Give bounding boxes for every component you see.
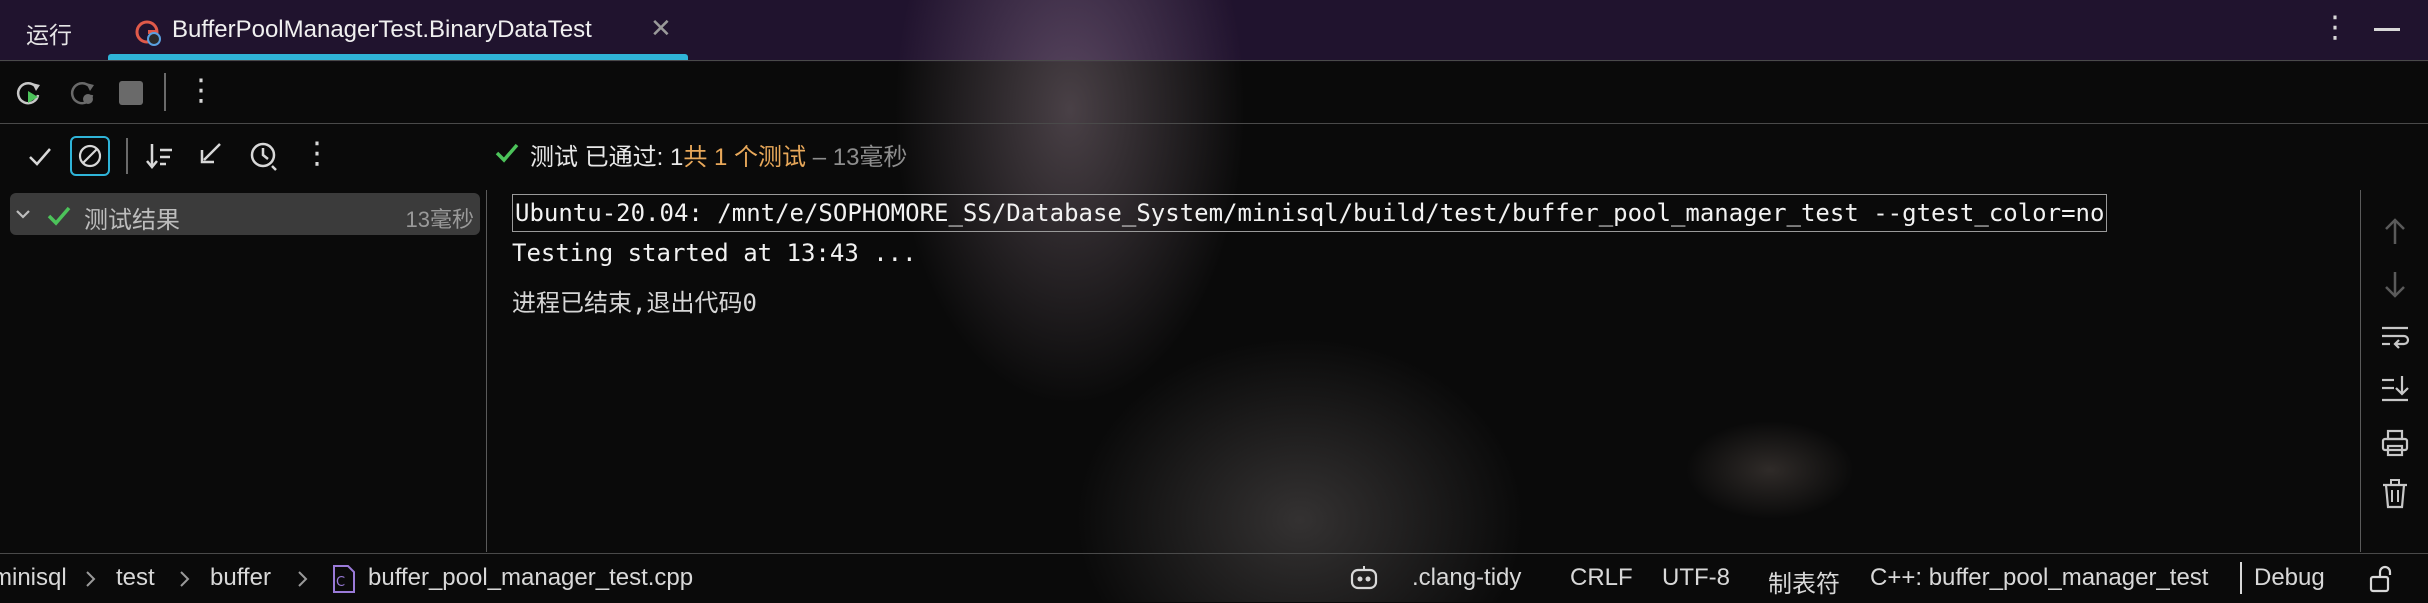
arrow-up-icon[interactable] [2382,216,2408,246]
cpp-file-icon: C [333,565,355,593]
gtest-config-icon [135,20,161,46]
success-check-icon [495,143,519,163]
line-ending-selector[interactable]: CRLF [1570,564,1633,592]
encoding-selector[interactable]: UTF-8 [1662,564,1730,592]
hide-window-button[interactable] [2374,28,2400,31]
collapse-all-icon[interactable] [196,140,226,170]
toolbar-divider [126,138,128,174]
tab-title: BufferPoolManagerTest.BinaryDataTest [172,16,592,43]
print-icon[interactable] [2380,428,2410,458]
breadcrumb-item[interactable]: minisql [0,564,67,592]
command-line[interactable]: Ubuntu-20.04: /mnt/e/SOPHOMORE_SS/Databa… [512,194,2108,232]
console-line: 进程已结束,退出代码0 [512,289,757,317]
breadcrumb-item[interactable]: test [116,564,155,592]
test-duration: – 13毫秒 [806,144,908,171]
ignored-icon [78,144,102,168]
test-count: 共 1 个测试 [683,144,807,171]
chevron-right-icon [180,571,190,587]
console-side-toolbar [2362,190,2428,552]
clang-tidy-status[interactable]: .clang-tidy [1412,564,1521,592]
rerun-failed-icon[interactable] [66,77,98,109]
chevron-down-icon[interactable] [14,205,32,223]
rerun-icon[interactable] [12,77,44,109]
breadcrumb-item[interactable]: buffer [210,564,271,592]
show-ignored-toggle[interactable] [70,136,110,176]
tool-window-header: 运行 BufferPoolManagerTest.BinaryDataTest … [0,0,2428,61]
read-only-toggle-icon[interactable] [2366,564,2396,594]
test-tree-root[interactable]: 测试结果 13毫秒 [10,193,480,235]
test-passed-label: 测试 已通过: 1 [530,144,684,171]
run-tool-window-title: 运行 [26,22,72,48]
run-toolbar: ⋮ [0,61,2428,124]
scroll-to-end-icon[interactable] [2380,374,2410,404]
test-tree-panel: 测试结果 13毫秒 [0,190,487,552]
test-results-time: 13毫秒 [405,207,474,232]
status-bar: minisql test buffer C buffer_pool_manage… [0,553,2428,603]
history-icon[interactable] [248,140,280,172]
stop-icon[interactable] [119,81,143,105]
toolbar-more-button[interactable]: ⋮ [186,73,216,108]
arrow-down-icon[interactable] [2382,270,2408,300]
show-passed-icon[interactable] [26,142,54,170]
soft-wrap-icon[interactable] [2380,322,2410,352]
run-tab[interactable]: BufferPoolManagerTest.BinaryDataTest ✕ [108,0,688,60]
indent-selector[interactable]: 制表符 [1768,564,1840,599]
trash-icon[interactable] [2380,478,2410,510]
chevron-right-icon [86,571,96,587]
toolbar-divider [164,73,166,111]
test-toolbar: ⋮ [0,124,2428,188]
success-check-icon [47,206,71,226]
svg-text:C: C [336,575,345,590]
breadcrumb-file[interactable]: buffer_pool_manager_test.cpp [368,564,693,592]
chevron-right-icon [298,571,308,587]
test-results-label: 测试结果 [84,207,180,234]
console-output[interactable]: Ubuntu-20.04: /mnt/e/SOPHOMORE_SS/Databa… [488,190,2361,552]
statusbar-divider [2240,562,2242,594]
resolve-context-selector[interactable]: C++: buffer_pool_manager_test [1870,564,2208,592]
build-config-selector[interactable]: Debug [2254,564,2325,592]
options-menu-button[interactable]: ⋮ [2320,10,2350,45]
ai-assistant-icon[interactable] [1348,564,1380,594]
test-summary: 测试 已通过: 1共 1 个测试 – 13毫秒 [494,137,907,172]
close-tab-icon[interactable]: ✕ [650,13,672,44]
active-tab-indicator [108,54,688,60]
sort-icon[interactable] [144,140,176,172]
console-line: Testing started at 13:43 ... [512,239,917,267]
test-toolbar-more-button[interactable]: ⋮ [302,136,332,171]
